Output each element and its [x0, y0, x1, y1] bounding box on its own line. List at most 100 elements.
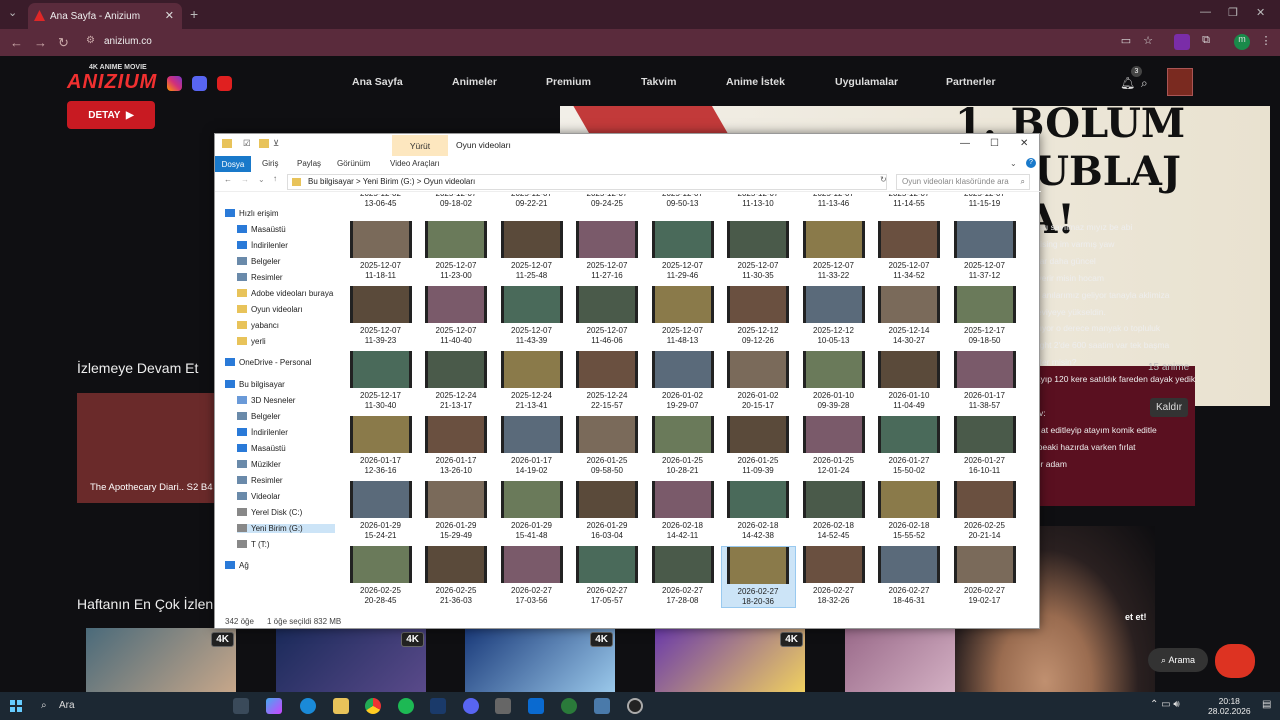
nav-anime-istek[interactable]: Anime İstek: [726, 76, 785, 88]
help-icon[interactable]: ?: [1026, 158, 1036, 168]
forward-arrow-icon[interactable]: →: [241, 175, 249, 184]
video-file[interactable]: 2026-02-27 19-02-17: [947, 546, 1022, 606]
video-file[interactable]: 2025-12-0711-14-55: [872, 194, 947, 209]
video-file[interactable]: 2026-02-27 18-46-31: [872, 546, 947, 606]
nav-item[interactable]: Resimler: [237, 476, 283, 485]
nav-item[interactable]: T (T:): [237, 540, 270, 549]
user-avatar[interactable]: [1167, 68, 1193, 96]
weekly-card[interactable]: 4K: [86, 628, 236, 692]
weekly-card[interactable]: 4K: [655, 628, 805, 692]
copilot-icon[interactable]: [266, 698, 282, 714]
detay-button[interactable]: DETAY ▶: [67, 101, 155, 129]
app-icon[interactable]: [561, 698, 577, 714]
browser-tab[interactable]: Ana Sayfa - Anizium ✕: [28, 3, 182, 29]
tab-giris[interactable]: Giriş: [262, 159, 278, 168]
ribbon-expand-icon[interactable]: ⌄: [1010, 159, 1017, 168]
chat-search-button[interactable]: ⌕ Arama: [1148, 648, 1208, 672]
back-icon[interactable]: ←: [10, 35, 23, 50]
extensions-puzzle-icon[interactable]: ⧉: [1198, 34, 1214, 50]
cast-icon[interactable]: ▭: [1118, 34, 1134, 50]
profile-icon[interactable]: m: [1234, 34, 1250, 50]
steam-icon[interactable]: [430, 698, 446, 714]
video-file[interactable]: 2025-12-07 11-29-46: [645, 221, 720, 281]
video-file[interactable]: 2025-12-07 11-46-06: [570, 286, 645, 346]
address-path[interactable]: Bu bilgisayar > Yeni Birim (G:) > Oyun v…: [287, 174, 887, 190]
video-file[interactable]: 2026-02-25 20-28-45: [343, 546, 418, 606]
video-file[interactable]: 2026-02-25 21-36-03: [419, 546, 494, 606]
nav-item[interactable]: İndirilenler: [237, 241, 288, 250]
nav-item[interactable]: Hızlı erişim: [225, 209, 279, 218]
video-file[interactable]: 2025-12-24 21-13-17: [419, 351, 494, 411]
video-file[interactable]: 2026-02-27 17-05-57: [570, 546, 645, 606]
video-file[interactable]: 2026-01-25 09-58-50: [570, 416, 645, 476]
close-tab-icon[interactable]: ✕: [165, 9, 174, 22]
taskbar-search[interactable]: ⌕ Ara: [34, 695, 224, 717]
video-file[interactable]: 2025-12-24 21-13-41: [494, 351, 569, 411]
nav-item[interactable]: Adobe videoları buraya: [237, 289, 333, 298]
nav-item[interactable]: Yeni Birim (G:): [237, 524, 335, 533]
nav-item[interactable]: yabancı: [237, 321, 279, 330]
video-file[interactable]: 2026-01-29 15-41-48: [494, 481, 569, 541]
nav-takvim[interactable]: Takvim: [641, 76, 676, 88]
nav-item[interactable]: yerli: [237, 337, 266, 346]
video-file[interactable]: 2025-12-07 11-23-00: [419, 221, 494, 281]
app-icon-2[interactable]: [594, 698, 610, 714]
video-file[interactable]: 2025-12-07 11-18-11: [343, 221, 418, 281]
nav-item[interactable]: Bu bilgisayar: [225, 380, 285, 389]
properties-icon[interactable]: ☑: [243, 138, 251, 149]
file-explorer-icon[interactable]: [333, 698, 349, 714]
obs-icon[interactable]: [627, 698, 643, 714]
explorer-search-input[interactable]: Oyun videoları klasöründe ara ⌕: [896, 174, 1030, 190]
qat-dropdown-icon[interactable]: ⊻: [273, 138, 279, 149]
video-file[interactable]: 2025-12-07 11-39-23: [343, 286, 418, 346]
video-file[interactable]: 2025-12-07 11-27-16: [570, 221, 645, 281]
video-file[interactable]: 2026-01-10 11-04-49: [872, 351, 947, 411]
video-file[interactable]: 2025-12-14 14-30-27: [872, 286, 947, 346]
video-file[interactable]: 2025-12-0711-13-46: [796, 194, 871, 209]
explorer-minimize-icon[interactable]: —: [960, 138, 970, 149]
tab-paylas[interactable]: Paylaş: [297, 159, 321, 168]
video-file[interactable]: 2025-12-0709-24-25: [570, 194, 645, 209]
video-file[interactable]: 2026-01-17 12-36-16: [343, 416, 418, 476]
nav-item[interactable]: Belgeler: [237, 257, 280, 266]
calculator-icon[interactable]: [495, 698, 511, 714]
notification-bell-icon[interactable]: 🔔︎: [1120, 76, 1135, 90]
tray-icons[interactable]: ⌃ ▭ 🔊︎: [1150, 699, 1180, 710]
back-arrow-icon[interactable]: ←: [224, 175, 232, 184]
video-file[interactable]: 2026-02-18 14-52-45: [796, 481, 871, 541]
video-file[interactable]: 2026-01-17 14-19-02: [494, 416, 569, 476]
video-file[interactable]: 2025-12-07 11-37-12: [947, 221, 1022, 281]
video-file[interactable]: 2026-02-27 18-32-26: [796, 546, 871, 606]
video-file[interactable]: 2025-12-0709-50-13: [645, 194, 720, 209]
video-file[interactable]: 2026-01-02 19-29-07: [645, 351, 720, 411]
video-file[interactable]: 2025-12-07 11-43-39: [494, 286, 569, 346]
outlook-icon[interactable]: [528, 698, 544, 714]
video-file[interactable]: 2025-12-0213-06-45: [343, 194, 418, 209]
video-file[interactable]: 2025-12-12 09-12-26: [721, 286, 796, 346]
context-tab-yurut[interactable]: Yürüt: [392, 135, 448, 156]
video-file[interactable]: 2026-01-25 10-28-21: [645, 416, 720, 476]
video-file[interactable]: 2026-01-27 15-50-02: [872, 416, 947, 476]
video-file[interactable]: 2025-12-0711-13-10: [721, 194, 796, 209]
chrome-menu-icon[interactable]: ⋮: [1258, 34, 1274, 50]
video-file[interactable]: 2026-01-17 13-26-10: [419, 416, 494, 476]
forward-icon[interactable]: →: [34, 35, 47, 50]
new-tab-icon[interactable]: +: [190, 6, 198, 22]
weekly-card[interactable]: 4K: [465, 628, 615, 692]
explorer-close-icon[interactable]: ✕: [1020, 138, 1028, 149]
instagram-icon[interactable]: [167, 76, 182, 91]
tab-list-icon[interactable]: ⌄: [8, 6, 17, 19]
nav-partnerler[interactable]: Partnerler: [946, 76, 996, 88]
tab-dosya[interactable]: Dosya: [215, 156, 251, 172]
video-file[interactable]: 2025-12-07 11-34-52: [872, 221, 947, 281]
video-file[interactable]: 2026-01-25 12-01-24: [796, 416, 871, 476]
video-file[interactable]: 2026-01-17 11-38-57: [947, 351, 1022, 411]
tab-gorunum[interactable]: Görünüm: [337, 159, 370, 168]
video-file[interactable]: 2026-01-25 11-09-39: [721, 416, 796, 476]
site-info-icon[interactable]: ⚙: [86, 35, 95, 46]
nav-animeler[interactable]: Animeler: [452, 76, 497, 88]
extension-icon[interactable]: [1174, 34, 1190, 50]
video-file[interactable]: 2025-12-17 11-30-40: [343, 351, 418, 411]
chrome-icon[interactable]: [365, 698, 381, 714]
site-logo[interactable]: 4K ANIME MOVIE ANIZIUM: [67, 64, 157, 94]
